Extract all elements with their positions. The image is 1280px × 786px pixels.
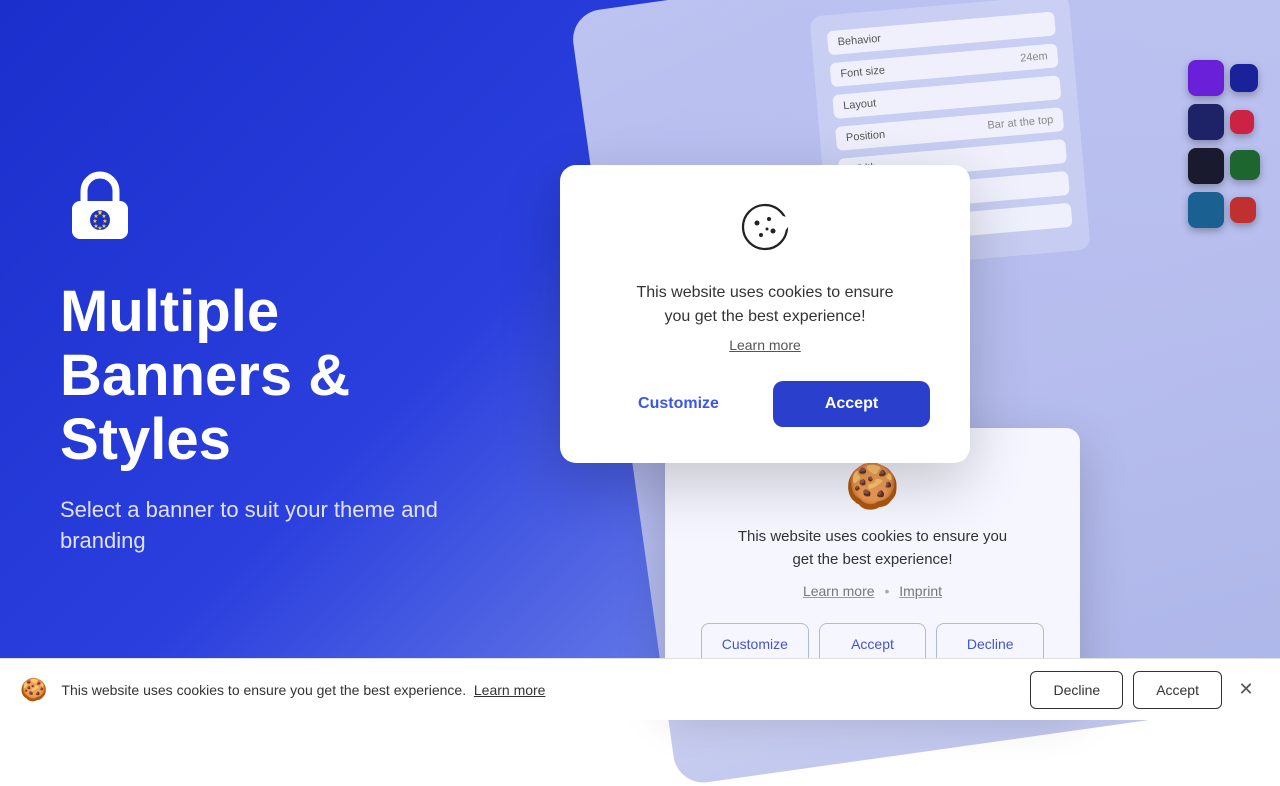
main-headline: Multiple Banners & Styles xyxy=(60,280,540,471)
bottom-bar-accept-button[interactable]: Accept xyxy=(1133,671,1222,709)
bottom-bar-message: This website uses cookies to ensure you … xyxy=(61,682,466,698)
left-section: ★ ★ ★ ★ ★ ★ ★ ★ Multiple Banners & Style… xyxy=(60,0,540,720)
banner2-text-line1: This website uses cookies to ensure you xyxy=(738,528,1007,545)
banner1-card: This website uses cookies to ensure you … xyxy=(560,165,970,463)
banner1-cookie-icon xyxy=(600,201,930,265)
color-swatches-panel xyxy=(1188,60,1260,236)
subheadline: Select a banner to suit your theme and b… xyxy=(60,495,440,557)
swatch-red[interactable] xyxy=(1230,197,1256,223)
banner1-accept-button[interactable]: Accept xyxy=(773,381,930,427)
banner2-text-line2: get the best experience! xyxy=(792,551,952,568)
banner2-imprint-link[interactable]: Imprint xyxy=(899,583,942,599)
bottom-bar-cookie-icon: 🍪 xyxy=(20,677,47,703)
banner1-customize-button[interactable]: Customize xyxy=(600,381,757,427)
bottom-bar-buttons: Decline Accept ✕ xyxy=(1030,671,1260,709)
swatch-navy[interactable] xyxy=(1188,104,1224,140)
headline-line3: Styles xyxy=(60,407,231,472)
bottom-bar-close-button[interactable]: ✕ xyxy=(1232,676,1260,704)
swatch-blue2[interactable] xyxy=(1188,192,1224,228)
banner2-learn-more-link[interactable]: Learn more xyxy=(803,583,875,599)
headline-line2: Banners & xyxy=(60,343,350,408)
swatch-pink[interactable] xyxy=(1230,110,1254,134)
banner1-learn-more-link[interactable]: Learn more xyxy=(600,337,930,353)
swatch-darkblue[interactable] xyxy=(1230,64,1258,92)
lock-icon: ★ ★ ★ ★ ★ ★ ★ ★ xyxy=(60,163,540,248)
swatch-green[interactable] xyxy=(1230,150,1260,180)
swatch-black[interactable] xyxy=(1188,148,1224,184)
bottom-bar-text: This website uses cookies to ensure you … xyxy=(61,682,1016,698)
svg-text:★: ★ xyxy=(97,225,102,232)
banner2-dot-separator: • xyxy=(884,583,889,599)
banner2-card: 🍪 This website uses cookies to ensure yo… xyxy=(665,428,1080,697)
swatch-purple[interactable] xyxy=(1188,60,1224,96)
bottom-bar-learn-more-link[interactable]: Learn more xyxy=(474,682,546,698)
banner1-text-line1: This website uses cookies to ensure xyxy=(636,284,893,301)
headline-line1: Multiple xyxy=(60,279,279,344)
banner1-buttons: Customize Accept xyxy=(600,381,930,427)
banner2-text: This website uses cookies to ensure you … xyxy=(701,526,1044,571)
banner1-text: This website uses cookies to ensure you … xyxy=(600,281,930,329)
banner2-cookie-icon: 🍪 xyxy=(701,460,1044,512)
bottom-bar-decline-button[interactable]: Decline xyxy=(1030,671,1123,709)
banner1-text-line2: you get the best experience! xyxy=(664,308,865,325)
banner2-links: Learn more • Imprint xyxy=(701,583,1044,599)
bottom-cookie-bar: 🍪 This website uses cookies to ensure yo… xyxy=(0,658,1280,720)
